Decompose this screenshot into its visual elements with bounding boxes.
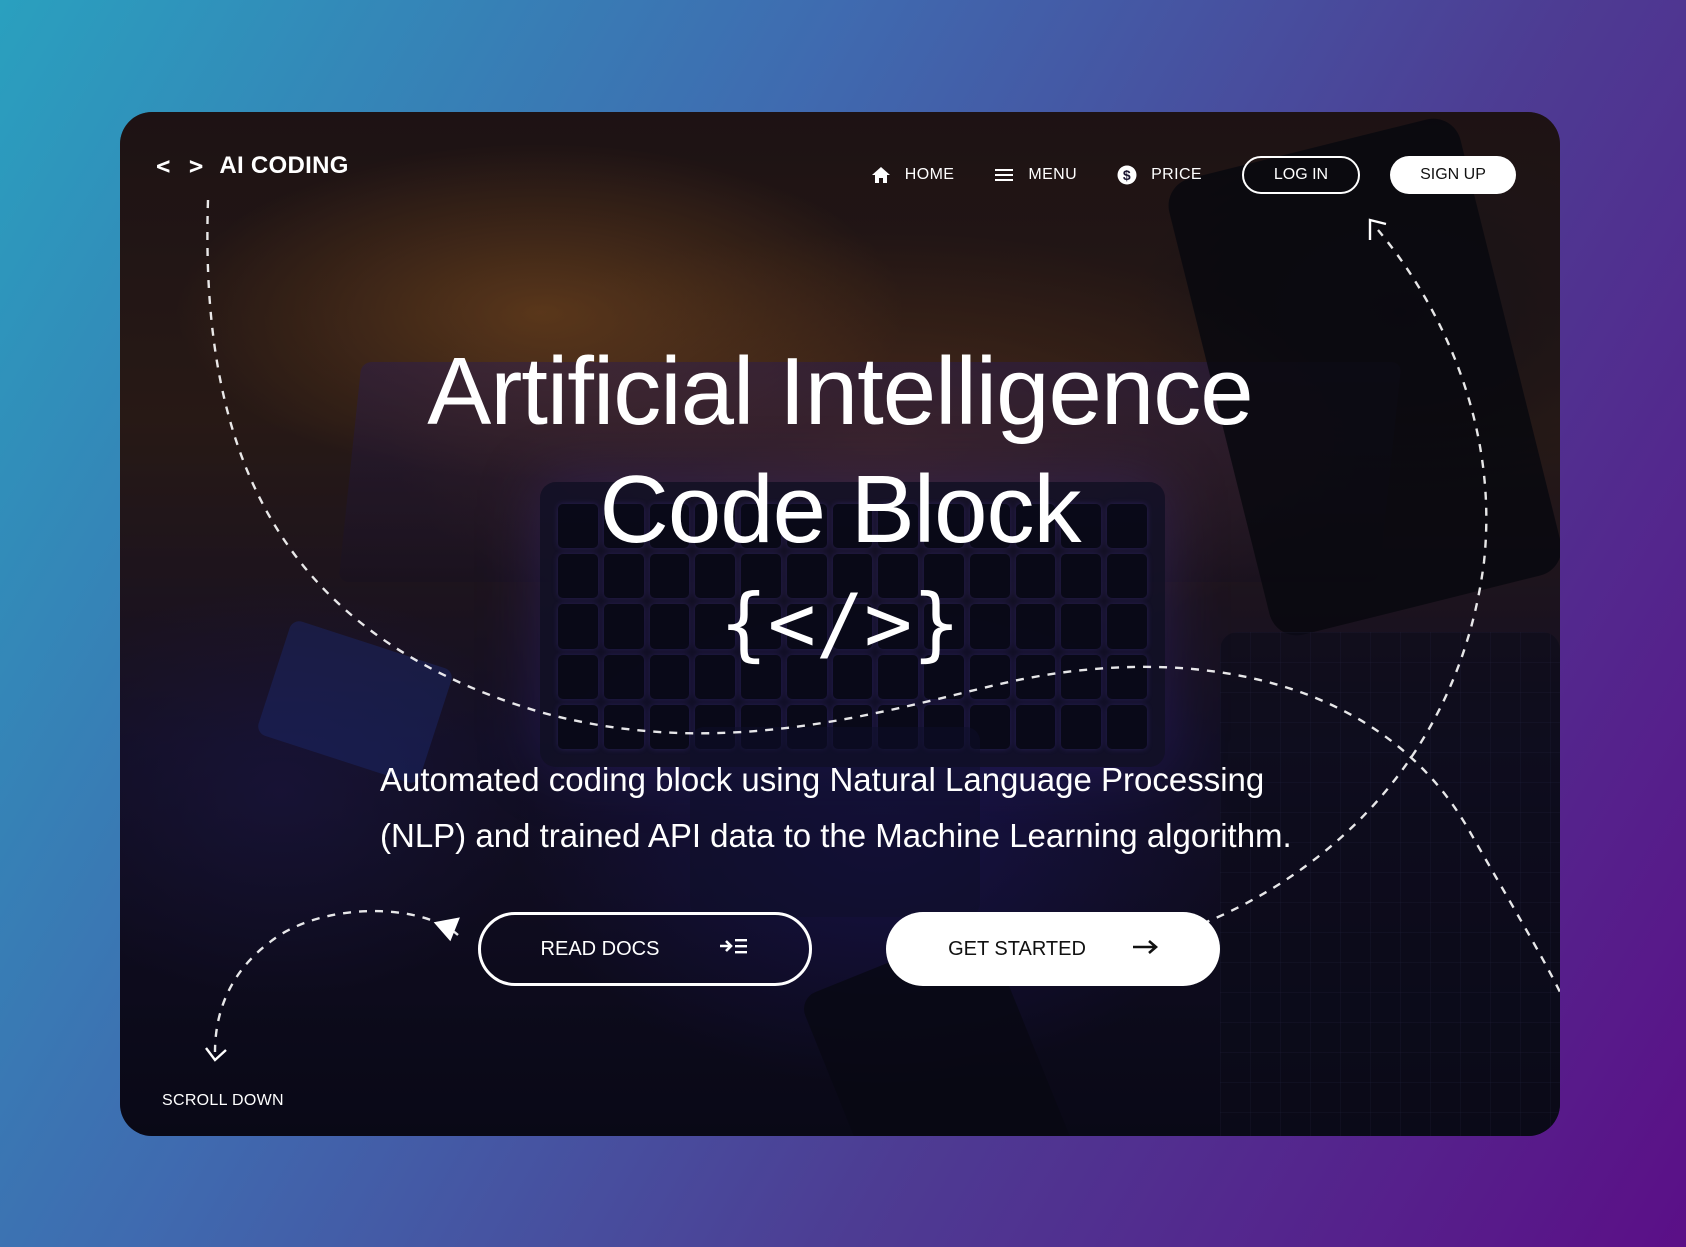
menu-icon [994,165,1014,185]
dollar-icon: $ [1117,165,1137,185]
code-brackets-icon: < > [156,152,206,180]
main-nav: HOME MENU $ PRICE LOG IN SIGN UP [871,156,1516,194]
hero-title-line2: Code Block [599,456,1082,563]
hero-title-line1: Artificial Intelligence [427,338,1253,445]
hero-card: < > AI CODING HOME MENU $ PRICE LOG IN S… [120,112,1560,1136]
nav-item-price[interactable]: $ PRICE [1117,165,1202,185]
login-button[interactable]: LOG IN [1242,156,1360,194]
signup-button[interactable]: SIGN UP [1390,156,1516,194]
indent-arrow-icon [719,936,749,962]
arrow-right-icon [1132,938,1158,961]
get-started-label: GET STARTED [948,937,1086,960]
home-icon [871,165,891,185]
nav-label-menu: MENU [1028,166,1078,183]
code-symbol: {</>} [719,577,961,670]
svg-text:$: $ [1123,167,1131,183]
read-docs-label: READ DOCS [540,937,660,960]
nav-item-menu[interactable]: MENU [994,165,1077,185]
get-started-button[interactable]: GET STARTED [886,912,1220,986]
nav-label-home: HOME [904,166,955,183]
nav-item-home[interactable]: HOME [871,165,955,185]
hero-subtitle: Automated coding block using Natural Lan… [380,761,1292,854]
read-docs-button[interactable]: READ DOCS [478,912,812,986]
scroll-down-label[interactable]: SCROLL DOWN [162,1092,284,1110]
brand-logo[interactable]: < > AI CODING [156,152,349,180]
nav-label-price: PRICE [1151,166,1202,183]
brand-name: AI CODING [219,152,349,179]
